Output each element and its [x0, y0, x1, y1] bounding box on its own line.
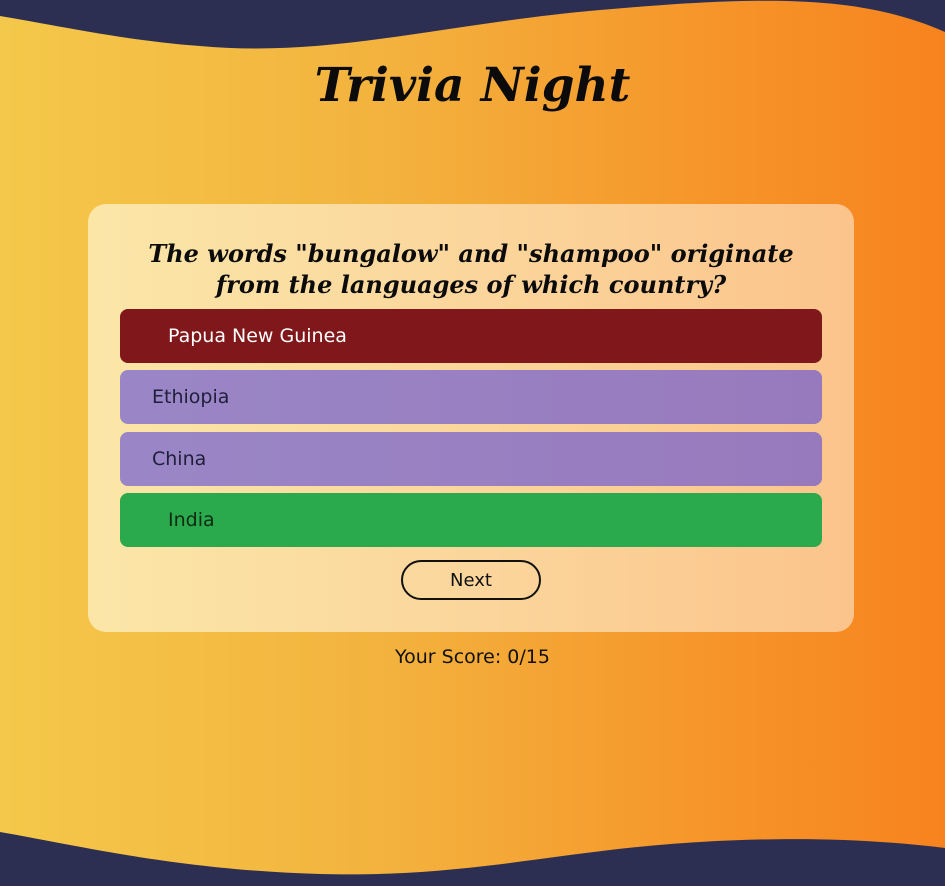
answer-option-papua-new-guinea[interactable]: Papua New Guinea — [120, 309, 822, 363]
top-wave-decoration — [0, 0, 945, 49]
question-text: The words "bungalow" and "shampoo" origi… — [148, 239, 794, 299]
page-title: Trivia Night — [314, 58, 631, 113]
score-display: Your Score: 0/15 — [0, 646, 945, 668]
score-label: Your Score: — [395, 646, 502, 668]
answer-label: India — [168, 509, 215, 531]
answer-label: Ethiopia — [152, 386, 230, 408]
answer-option-ethiopia[interactable]: Ethiopia — [120, 370, 822, 424]
score-value: 0/15 — [507, 646, 550, 668]
answer-option-india[interactable]: India — [120, 493, 822, 547]
answer-option-china[interactable]: China — [120, 432, 822, 486]
bottom-wave-decoration — [0, 832, 945, 886]
answer-label: Papua New Guinea — [168, 325, 347, 347]
answer-label: China — [152, 448, 207, 470]
question-card: The words "bungalow" and "shampoo" origi… — [88, 204, 854, 632]
next-button[interactable]: Next — [401, 560, 541, 600]
